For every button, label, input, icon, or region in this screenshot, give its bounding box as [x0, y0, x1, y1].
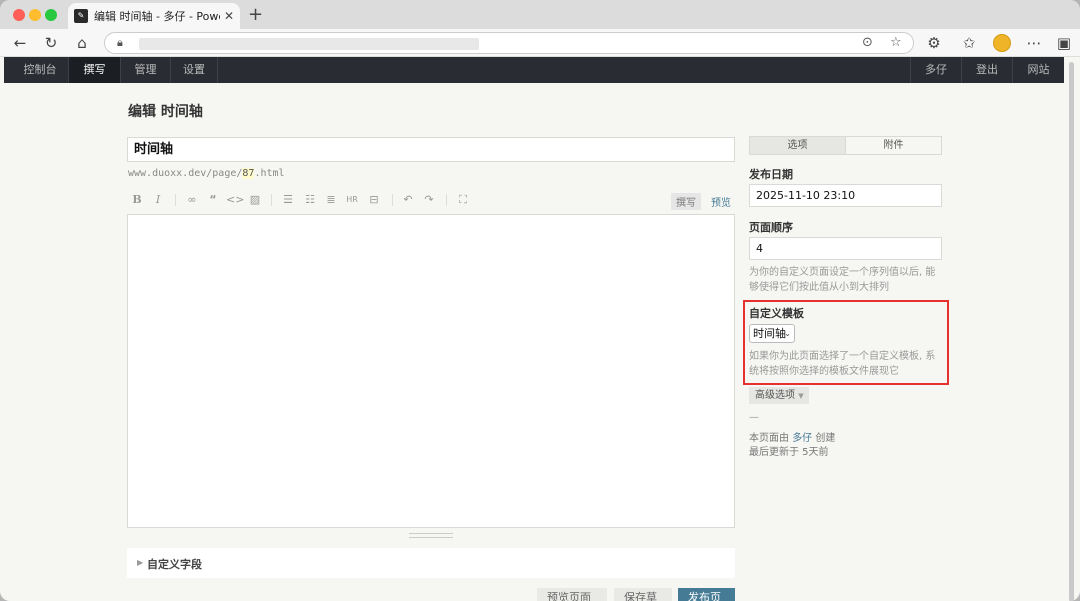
sidebar-icon[interactable]: ▣ — [1053, 32, 1075, 54]
custom-fields-label: 自定义字段 — [147, 558, 202, 571]
back-arrow-icon[interactable]: ← — [9, 32, 31, 54]
order-description: 为你的自定义页面设定一个序列值以后, 能够使得它们按此值从小到大排列 — [749, 267, 936, 293]
favicon-icon: ✎ — [74, 9, 88, 23]
horizontal-rule-icon[interactable]: HR — [345, 191, 359, 209]
heading-icon[interactable]: ≣ — [324, 191, 338, 209]
nav-dashboard[interactable]: 控制台 — [12, 57, 68, 83]
tab-title: 编辑 时间轴 - 多仔 - Powered by — [94, 10, 220, 23]
template-selected-value: 时间轴 — [753, 327, 786, 340]
italic-icon[interactable]: I — [152, 191, 164, 209]
meta-divider: — — [749, 412, 759, 423]
toolbar-divider — [175, 194, 176, 206]
editor-toolbar: B I ∞ “ <> ▨ ☰ ☷ ≣ HR ⊟ ↶ ↷ ⛶ 撰写 预览 — [127, 191, 735, 210]
more-icon[interactable]: ⋯ — [1023, 32, 1045, 54]
publish-page-button[interactable]: 发布页面 — [678, 588, 735, 601]
advanced-options-label: 高级选项 — [755, 390, 795, 401]
nav-divider — [217, 57, 218, 83]
lock-icon: 🔒︎ — [117, 36, 123, 49]
sidebar-tabs: 选项 附件 — [749, 136, 942, 155]
publish-date-label: 发布日期 — [749, 168, 793, 181]
bold-icon[interactable]: B — [131, 191, 143, 209]
reload-icon[interactable]: ↻ — [40, 32, 62, 54]
page-scrollbar[interactable] — [1069, 62, 1074, 601]
meta-updated: 最后更新于 5天前 — [749, 447, 829, 458]
home-icon[interactable]: ⌂ — [71, 32, 93, 54]
redo-icon[interactable]: ↷ — [422, 191, 436, 209]
maximize-window-button[interactable] — [45, 9, 57, 21]
nav-site[interactable]: 网站 — [1013, 57, 1064, 83]
template-label: 自定义模板 — [749, 307, 804, 320]
link-icon[interactable]: ∞ — [184, 191, 200, 209]
address-bar[interactable]: 🔒︎ ⊙ ☆ — [104, 32, 914, 54]
minimize-window-button[interactable] — [29, 9, 41, 21]
new-tab-icon[interactable]: + — [248, 4, 263, 25]
editor-resize-handle[interactable] — [409, 533, 453, 538]
toolbar-divider — [392, 194, 393, 206]
image-icon[interactable]: ▨ — [248, 191, 262, 209]
order-input[interactable]: 4 — [749, 237, 942, 260]
mode-write-button[interactable]: 撰写 — [671, 193, 701, 210]
tab-options[interactable]: 选项 — [750, 137, 845, 154]
permalink-prefix: www.duoxx.dev/page/ — [128, 168, 243, 179]
tab-close-icon[interactable]: ✕ — [224, 9, 234, 23]
caret-down-icon: ▼ — [798, 392, 804, 400]
tab-bar: ✎ 编辑 时间轴 - 多仔 - Powered by ✕ + — [0, 0, 1080, 29]
post-title-input[interactable]: 时间轴 — [127, 137, 735, 162]
unordered-list-icon[interactable]: ☷ — [303, 191, 317, 209]
nav-logout[interactable]: 登出 — [962, 57, 1012, 83]
browser-window: ✎ 编辑 时间轴 - 多仔 - Powered by ✕ + ← ↻ ⌂ 🔒︎ … — [0, 0, 1080, 601]
content-editor[interactable] — [127, 214, 735, 528]
permalink-suffix: .html — [254, 168, 285, 179]
admin-nav: 控制台 撰写 管理 设置 多仔 登出 网站 — [4, 57, 1064, 83]
order-label: 页面顺序 — [749, 221, 793, 234]
nav-manage[interactable]: 管理 — [121, 57, 170, 83]
tab-attachments[interactable]: 附件 — [845, 137, 941, 154]
reader-icon[interactable]: ⊙ — [862, 35, 873, 50]
fullscreen-icon[interactable]: ⛶ — [456, 191, 470, 209]
nav-user[interactable]: 多仔 — [911, 57, 961, 83]
toolbar-divider — [271, 194, 272, 206]
undo-icon[interactable]: ↶ — [401, 191, 415, 209]
page-title: 编辑 时间轴 — [128, 104, 203, 120]
code-icon[interactable]: <> — [226, 191, 244, 209]
nav-write[interactable]: 撰写 — [69, 57, 120, 83]
close-window-button[interactable] — [13, 9, 25, 21]
favorite-star-icon[interactable]: ☆ — [890, 35, 902, 50]
advanced-options-button[interactable]: 高级选项 ▼ — [749, 387, 809, 404]
profile-avatar[interactable] — [993, 34, 1011, 52]
preview-page-button[interactable]: 预览页面 — [537, 588, 607, 601]
caret-right-icon: ▶ — [137, 558, 144, 567]
blockquote-icon[interactable]: “ — [206, 191, 220, 209]
nav-settings[interactable]: 设置 — [171, 57, 217, 83]
slug-input[interactable]: 87 — [242, 168, 255, 179]
publish-date-input[interactable]: 2025-11-10 23:10 — [749, 184, 942, 207]
template-description: 如果你为此页面选择了一个自定义模板, 系统将按照你选择的模板文件展现它 — [749, 351, 936, 377]
extensions-icon[interactable]: ⚙ — [923, 32, 945, 54]
template-select[interactable]: 时间轴 ⌄ — [749, 324, 795, 343]
meta-created: 本页面由 多仔 创建 — [749, 429, 835, 444]
browser-toolbar: ← ↻ ⌂ 🔒︎ ⊙ ☆ ⚙ ✩ ⋯ ▣ — [0, 29, 1080, 57]
toolbar-divider — [446, 194, 447, 206]
mode-preview-button[interactable]: 预览 — [711, 194, 731, 209]
permalink: www.duoxx.dev/page/87.html — [128, 168, 285, 179]
more-tag-icon[interactable]: ⊟ — [367, 191, 381, 209]
ordered-list-icon[interactable]: ☰ — [281, 191, 295, 209]
chevron-down-icon: ⌄ — [784, 329, 791, 338]
custom-fields-toggle[interactable]: ▶ 自定义字段 — [127, 548, 735, 578]
save-draft-button[interactable]: 保存草稿 — [614, 588, 672, 601]
browser-tab[interactable]: ✎ 编辑 时间轴 - 多仔 - Powered by ✕ — [68, 3, 240, 29]
url-text-redacted — [139, 38, 479, 50]
favorites-icon[interactable]: ✩ — [958, 32, 980, 54]
